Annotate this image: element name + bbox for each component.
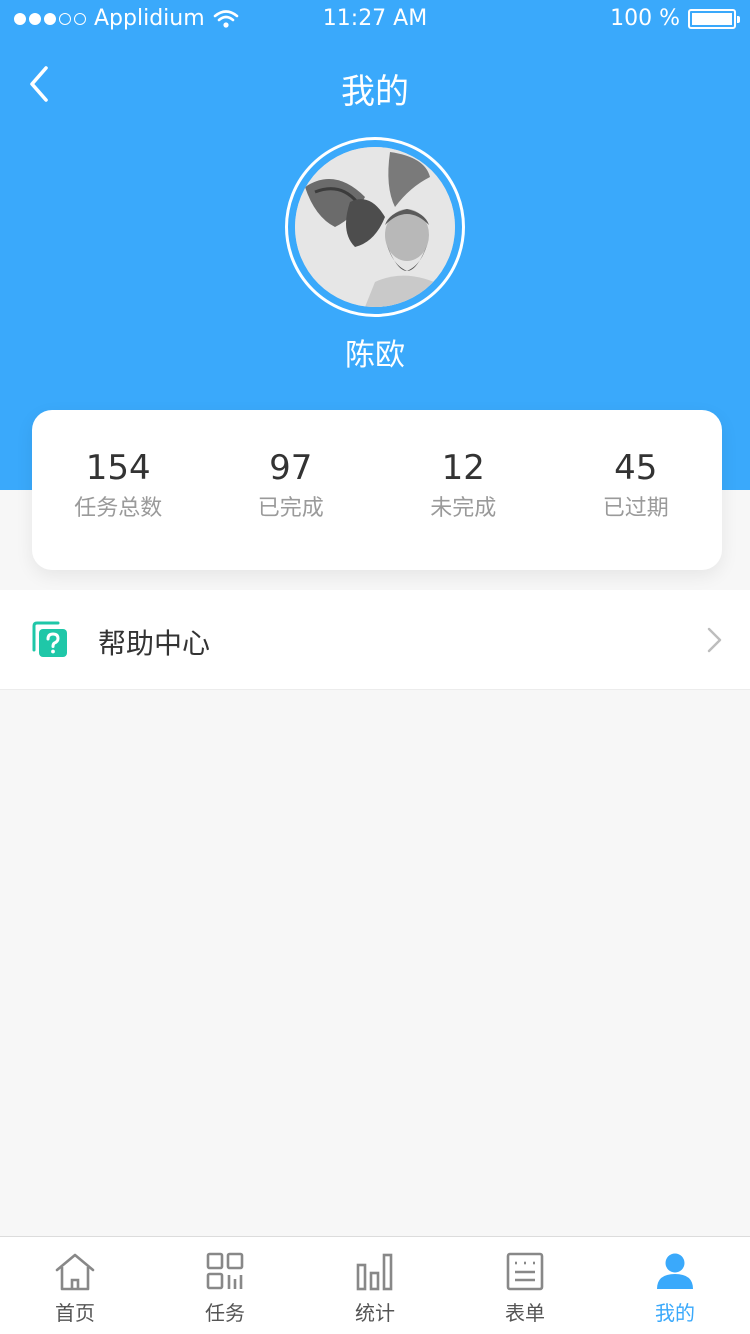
stat-incomplete[interactable]: 12 未完成 <box>377 410 550 570</box>
page-title: 我的 <box>341 72 409 112</box>
form-icon <box>506 1252 544 1291</box>
chevron-right-icon <box>707 627 722 653</box>
tab-label: 统计 <box>355 1301 395 1325</box>
tab-home[interactable]: 首页 <box>0 1237 150 1334</box>
stat-label: 已过期 <box>602 496 669 521</box>
stats-card: 154 任务总数 97 已完成 12 未完成 45 已过期 <box>32 410 722 570</box>
tab-mine[interactable]: 我的 <box>600 1237 750 1334</box>
tab-forms[interactable]: 表单 <box>450 1237 600 1334</box>
bar-chart-icon <box>356 1253 393 1291</box>
home-icon <box>55 1253 95 1291</box>
tab-label: 表单 <box>505 1301 545 1325</box>
stat-value: 12 <box>441 448 485 488</box>
avatar-photo-icon <box>295 147 455 307</box>
user-name: 陈欧 <box>345 338 405 373</box>
battery-percent: 100 % <box>610 6 680 31</box>
avatar-ring[interactable] <box>285 137 465 317</box>
avatar[interactable] <box>295 147 455 307</box>
stat-expired[interactable]: 45 已过期 <box>550 410 723 570</box>
stat-total-tasks[interactable]: 154 任务总数 <box>32 410 205 570</box>
stat-label: 未完成 <box>430 496 497 521</box>
stat-value: 154 <box>85 448 151 488</box>
tab-bar: 首页 任务 统计 表单 我的 <box>0 1236 750 1334</box>
tab-label: 首页 <box>55 1301 95 1325</box>
stat-label: 已完成 <box>257 496 324 521</box>
stat-completed[interactable]: 97 已完成 <box>205 410 378 570</box>
stat-value: 45 <box>614 448 658 488</box>
help-center-row[interactable]: 帮助中心 <box>0 590 750 690</box>
stat-value: 97 <box>269 448 313 488</box>
tab-label: 我的 <box>655 1301 695 1325</box>
grid-icon <box>206 1252 244 1290</box>
help-center-label: 帮助中心 <box>98 627 211 660</box>
tab-label: 任务 <box>205 1301 245 1325</box>
user-icon <box>657 1253 693 1289</box>
stat-label: 任务总数 <box>74 496 163 521</box>
help-question-icon <box>32 621 67 657</box>
battery-icon <box>688 8 740 29</box>
tab-statistics[interactable]: 统计 <box>300 1237 450 1334</box>
tab-tasks[interactable]: 任务 <box>150 1237 300 1334</box>
status-right: 100 % <box>610 6 740 31</box>
status-bar: Applidium 11:27 AM 100 % <box>0 0 750 40</box>
